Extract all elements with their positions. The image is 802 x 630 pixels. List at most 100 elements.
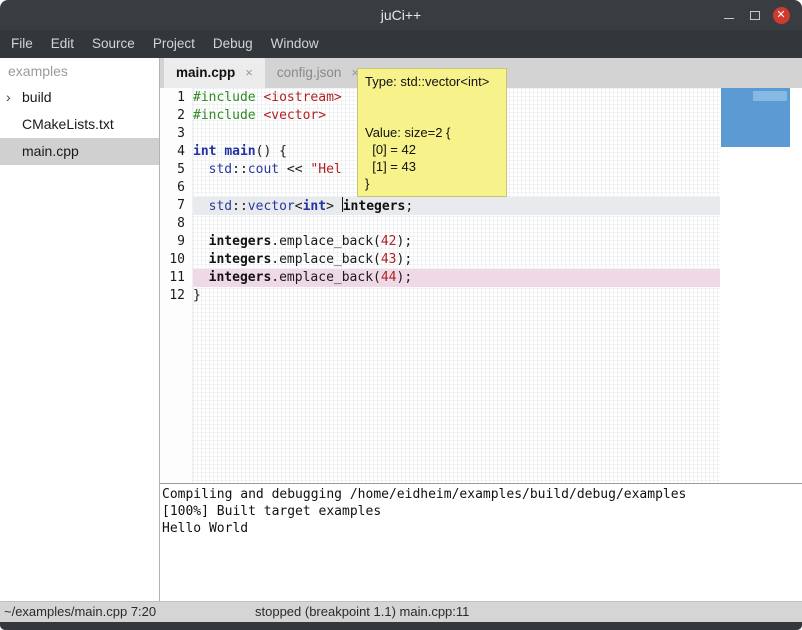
line-number: 7 xyxy=(160,197,192,215)
terminal-line: [100%] Built target examples xyxy=(162,503,802,520)
minimize-button[interactable] xyxy=(716,2,742,28)
close-icon: ✕ xyxy=(773,7,790,24)
code-token: std xyxy=(209,199,232,214)
code-token xyxy=(193,199,209,214)
code-token: integers xyxy=(209,270,272,285)
window-edge xyxy=(0,622,802,630)
window-controls: ✕ xyxy=(716,0,794,30)
sidebar-item-main-cpp[interactable]: main.cpp xyxy=(0,138,159,165)
code-token xyxy=(193,162,209,177)
file-tree: ›build CMakeLists.txt main.cpp xyxy=(0,84,159,165)
code-token: .emplace_back( xyxy=(271,270,381,285)
code-token: ); xyxy=(397,270,413,285)
code-token: <vector> xyxy=(263,108,326,123)
code-token: :: xyxy=(232,162,248,177)
tooltip-line: [1] = 43 xyxy=(365,158,499,175)
line-number: 12 xyxy=(160,287,192,305)
code-token: int xyxy=(303,199,326,214)
maximize-icon xyxy=(750,11,760,20)
code-token xyxy=(193,270,209,285)
status-bar: ~/examples/main.cpp 7:20 stopped (breakp… xyxy=(0,601,802,622)
project-selector[interactable]: examples xyxy=(0,58,159,84)
code-line-8 xyxy=(193,215,720,233)
app-window: juCi++ ✕ FileEditSourceProjectDebugWindo… xyxy=(0,0,802,630)
chevron-right-icon[interactable]: › xyxy=(6,84,11,111)
sidebar-item-cmakelists-txt[interactable]: CMakeLists.txt xyxy=(0,111,159,138)
code-token: << xyxy=(279,162,310,177)
code-token: integers xyxy=(209,252,272,267)
code-token: std xyxy=(209,162,232,177)
line-number: 8 xyxy=(160,215,192,233)
menu-item-edit[interactable]: Edit xyxy=(42,30,83,58)
code-token: cout xyxy=(248,162,279,177)
code-token: > xyxy=(326,199,334,214)
sidebar: examples ›build CMakeLists.txt main.cpp xyxy=(0,58,160,601)
code-token: vector xyxy=(248,199,295,214)
code-token: integers xyxy=(343,199,406,214)
map-highlight xyxy=(753,91,787,101)
code-token: 42 xyxy=(381,234,397,249)
menu-item-source[interactable]: Source xyxy=(83,30,144,58)
sidebar-item-build[interactable]: ›build xyxy=(0,84,159,111)
tooltip-line: } xyxy=(365,175,499,192)
line-number: 1 xyxy=(160,89,192,107)
code-token xyxy=(193,252,209,267)
code-token: int xyxy=(193,144,216,159)
code-token: .emplace_back( xyxy=(271,252,381,267)
close-icon[interactable]: × xyxy=(245,65,253,80)
window-title: juCi++ xyxy=(0,7,802,23)
code-token: ); xyxy=(397,234,413,249)
terminal-line: Compiling and debugging /home/eidheim/ex… xyxy=(162,486,802,503)
scroll-indicator[interactable] xyxy=(721,88,790,147)
menu-item-file[interactable]: File xyxy=(2,30,42,58)
code-token: < xyxy=(295,199,303,214)
code-token: integers xyxy=(209,234,272,249)
file-label: main.cpp xyxy=(0,143,79,159)
line-number: 4 xyxy=(160,143,192,161)
debug-status: stopped (breakpoint 1.1) main.cpp:11 xyxy=(255,604,469,619)
code-line-9: integers.emplace_back(42); xyxy=(193,233,720,251)
code-line-12: } xyxy=(193,287,720,305)
tab-config-json[interactable]: config.json× xyxy=(265,58,371,88)
tooltip-line: Type: std::vector<int> xyxy=(365,73,499,90)
menu-bar: FileEditSourceProjectDebugWindow xyxy=(0,30,802,58)
code-line-10: integers.emplace_back(43); xyxy=(193,251,720,269)
code-token xyxy=(193,234,209,249)
tab-main-cpp[interactable]: main.cpp × xyxy=(164,58,265,88)
code-line-11: integers.emplace_back(44); xyxy=(193,269,720,287)
line-number: 9 xyxy=(160,233,192,251)
title-bar[interactable]: juCi++ ✕ xyxy=(0,0,802,30)
line-number: 2 xyxy=(160,107,192,125)
close-button[interactable]: ✕ xyxy=(768,2,794,28)
code-token: <iostream> xyxy=(263,90,341,105)
code-token: "Hel xyxy=(310,162,341,177)
line-number: 11 xyxy=(160,269,192,287)
terminal-output[interactable]: Compiling and debugging /home/eidheim/ex… xyxy=(160,483,802,601)
tab-label: main.cpp xyxy=(176,65,235,80)
menu-item-debug[interactable]: Debug xyxy=(204,30,262,58)
line-number: 3 xyxy=(160,125,192,143)
code-token: .emplace_back( xyxy=(271,234,381,249)
menu-item-project[interactable]: Project xyxy=(144,30,204,58)
code-token: () { xyxy=(256,144,287,159)
tooltip-line xyxy=(365,90,499,107)
maximize-button[interactable] xyxy=(742,2,768,28)
code-token: main xyxy=(224,144,255,159)
code-token: ; xyxy=(405,199,413,214)
code-token: } xyxy=(193,288,201,303)
source-map[interactable] xyxy=(720,88,802,484)
code-token xyxy=(334,199,342,214)
code-token: :: xyxy=(232,199,248,214)
file-label: CMakeLists.txt xyxy=(0,116,114,132)
menu-item-window[interactable]: Window xyxy=(262,30,328,58)
gutter: 123456789101112 xyxy=(160,88,193,484)
tooltip-line xyxy=(365,107,499,124)
tooltip-line: Value: size=2 { xyxy=(365,124,499,141)
code-token: #include xyxy=(193,108,263,123)
line-number: 6 xyxy=(160,179,192,197)
tooltip-line: [0] = 42 xyxy=(365,141,499,158)
line-number: 10 xyxy=(160,251,192,269)
line-number: 5 xyxy=(160,161,192,179)
code-token: 44 xyxy=(381,270,397,285)
minimize-icon xyxy=(724,18,734,19)
